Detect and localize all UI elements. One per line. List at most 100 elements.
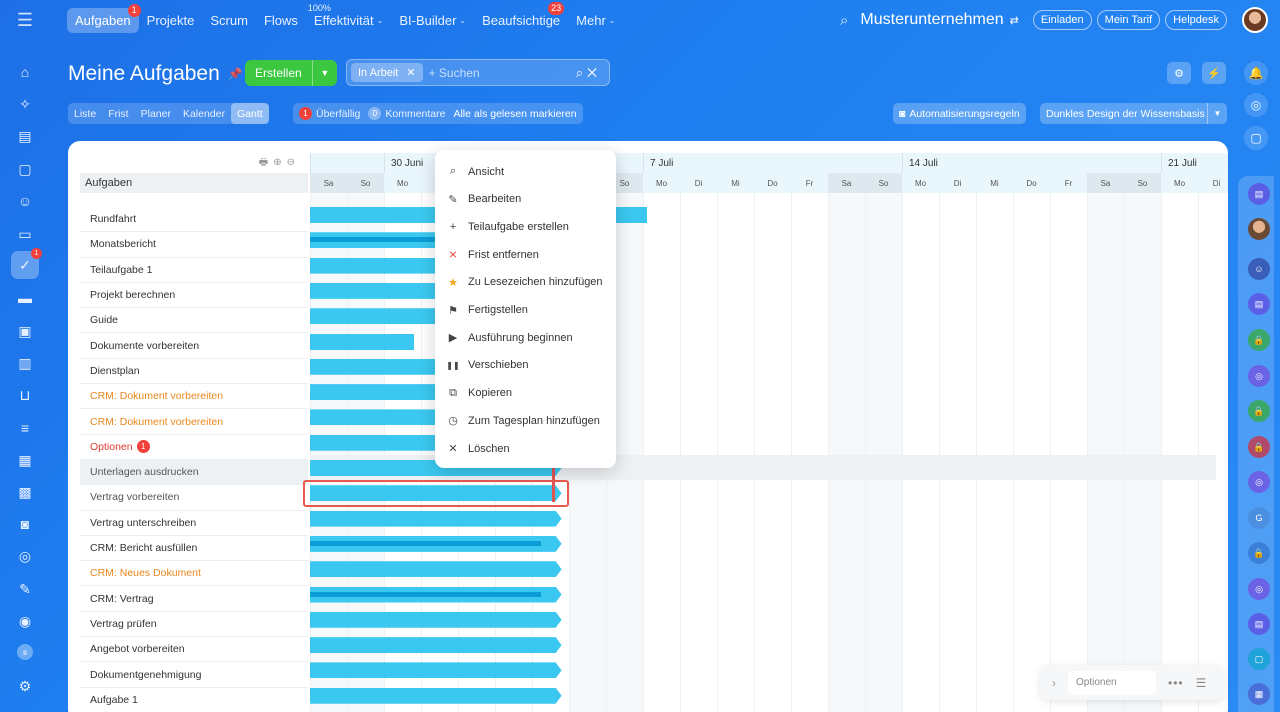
- task-row[interactable]: Angebot vorbereiten: [80, 637, 308, 663]
- task-row[interactable]: Dienstplan: [80, 359, 308, 385]
- company-switcher[interactable]: Musterunternehmen ⇄: [860, 11, 1018, 29]
- context-menu-item[interactable]: ⨯ Frist entfernen: [435, 241, 616, 268]
- task-bar[interactable]: [310, 662, 562, 678]
- print-icon[interactable]: 🖶: [259, 157, 273, 168]
- invite-button[interactable]: Einladen: [1032, 10, 1092, 30]
- target-icon[interactable]: ◎: [16, 547, 34, 565]
- nav-bi-builder[interactable]: BI-Builder ⌄: [391, 8, 474, 33]
- context-menu-item[interactable]: ⌕ Ansicht: [435, 158, 616, 185]
- feed-icon[interactable]: ▤: [16, 127, 34, 145]
- context-menu-item[interactable]: ⧉ Kopieren: [435, 380, 616, 407]
- context-menu-item[interactable]: ⚑ Fertigstellen: [435, 297, 616, 324]
- nav-scrum[interactable]: Scrum: [202, 8, 256, 33]
- activity-icon[interactable]: ◎: [1244, 93, 1268, 117]
- context-menu-item[interactable]: ★ Zu Lesezeichen hinzufügen: [435, 269, 616, 296]
- task-row[interactable]: Vertrag vorbereiten: [80, 485, 308, 511]
- robot-icon[interactable]: ◙: [16, 515, 34, 533]
- nav-projekte[interactable]: Projekte: [139, 8, 203, 33]
- options-input[interactable]: Optionen: [1068, 670, 1156, 695]
- chevron-down-icon[interactable]: ▼: [1207, 103, 1227, 124]
- task-bar[interactable]: [310, 688, 562, 704]
- chat-avatar[interactable]: ◎: [1248, 578, 1270, 600]
- chat-avatar[interactable]: G: [1248, 507, 1270, 529]
- presentation-icon[interactable]: ▣: [16, 322, 34, 340]
- lock-icon[interactable]: 🔒: [1248, 542, 1270, 564]
- tab-gantt[interactable]: Gantt: [231, 103, 269, 124]
- bell-icon[interactable]: 🔔: [1244, 61, 1268, 85]
- context-menu-item[interactable]: ▶ Ausführung beginnen: [435, 324, 616, 351]
- theme-select[interactable]: Dunkles Design der Wissensbasis ▼: [1040, 103, 1227, 124]
- nav-aufgaben[interactable]: Aufgaben 1: [67, 3, 141, 33]
- search-icon[interactable]: ⌕✕: [576, 65, 601, 81]
- tab-liste[interactable]: Liste: [68, 103, 102, 124]
- task-bar[interactable]: [310, 637, 562, 653]
- groups-icon[interactable]: ☺: [16, 192, 34, 210]
- chat-bubble-icon[interactable]: ▢: [1244, 126, 1268, 150]
- task-row[interactable]: CRM: Bericht ausfüllen: [80, 536, 308, 562]
- create-button[interactable]: Erstellen ▼: [245, 60, 337, 86]
- task-bar[interactable]: [310, 333, 414, 350]
- tariff-button[interactable]: Mein Tarif: [1096, 10, 1161, 30]
- comments-counter[interactable]: 0 Kommentare: [368, 107, 445, 120]
- context-menu-item[interactable]: + Teilaufgabe erstellen: [435, 213, 616, 240]
- filter-icon[interactable]: ≡: [16, 419, 34, 437]
- lock-icon[interactable]: 🔒: [1248, 329, 1270, 351]
- calendar-icon[interactable]: ▩: [16, 483, 34, 501]
- context-menu-item[interactable]: ✎ Bearbeiten: [435, 186, 616, 213]
- pin-icon[interactable]: 📌: [228, 67, 243, 81]
- task-row[interactable]: CRM: Dokument vorbereiten: [80, 409, 308, 435]
- home-icon[interactable]: ⌂: [16, 63, 34, 81]
- chat-avatar[interactable]: ◎: [1248, 365, 1270, 387]
- nav-effektivitaet[interactable]: 100% Effektivität ⌄: [306, 3, 391, 33]
- chat-avatar[interactable]: ▤: [1248, 183, 1270, 205]
- chevron-right-icon[interactable]: ›: [1040, 676, 1068, 690]
- group-avatar[interactable]: ☺: [1248, 258, 1270, 280]
- chat-avatar[interactable]: ▢: [1248, 648, 1270, 670]
- chat-avatar[interactable]: [1248, 218, 1270, 240]
- automation-button[interactable]: ◙ Automatisierungsregeln: [893, 103, 1026, 124]
- context-menu-item[interactable]: ✕ Löschen: [435, 435, 616, 462]
- lock-icon[interactable]: 🔒: [1248, 400, 1270, 422]
- task-bar[interactable]: [310, 612, 562, 628]
- context-menu-item[interactable]: ◷ Zum Tagesplan hinzufügen: [435, 407, 616, 434]
- zoom-out-icon[interactable]: ⊖: [287, 157, 300, 168]
- gear-icon[interactable]: ⚙: [16, 677, 34, 695]
- more-icon[interactable]: •••: [1168, 676, 1184, 690]
- task-bar[interactable]: [310, 511, 562, 527]
- task-bar[interactable]: [310, 561, 562, 577]
- task-row[interactable]: Dokumente vorbereiten: [80, 334, 308, 359]
- search-input[interactable]: In Arbeit ✕ + Suchen ⌕✕: [346, 59, 610, 86]
- task-row[interactable]: Monatsbericht: [80, 232, 308, 258]
- task-row[interactable]: Rundfahrt: [80, 207, 308, 233]
- nav-beaufsichtige[interactable]: Beaufsichtige 23: [474, 1, 568, 33]
- sign-icon[interactable]: ✎: [16, 580, 34, 598]
- zoom-in-icon[interactable]: ⊕: [273, 157, 286, 168]
- list-icon[interactable]: ☰: [1196, 676, 1207, 690]
- task-row[interactable]: Vertrag prüfen: [80, 612, 308, 638]
- context-menu-item[interactable]: ❚❚ Verschieben: [435, 352, 616, 379]
- task-row[interactable]: Guide: [80, 308, 308, 334]
- avatar[interactable]: [1242, 7, 1268, 33]
- lightning-button[interactable]: ⚡: [1202, 62, 1226, 84]
- chevron-down-icon[interactable]: ▼: [313, 68, 337, 78]
- chat-avatar[interactable]: ▤: [1248, 293, 1270, 315]
- drive-icon[interactable]: ▬: [16, 289, 34, 307]
- tab-frist[interactable]: Frist: [102, 103, 134, 124]
- nav-flows[interactable]: Flows: [256, 8, 306, 33]
- nav-mehr[interactable]: Mehr ⌄: [568, 8, 623, 33]
- lock-icon[interactable]: 🔒: [1248, 436, 1270, 458]
- chat-avatar[interactable]: ◎: [1248, 471, 1270, 493]
- document-icon[interactable]: ▭: [16, 225, 34, 243]
- task-row[interactable]: Aufgabe 1: [80, 688, 308, 712]
- filter-chip[interactable]: In Arbeit ✕: [351, 63, 423, 82]
- tasks-icon[interactable]: ✓ 1: [11, 248, 42, 279]
- task-row[interactable]: Vertrag unterschreiben: [80, 511, 308, 536]
- helpdesk-button[interactable]: Helpdesk: [1165, 10, 1227, 30]
- menu-icon[interactable]: ☰: [0, 0, 50, 40]
- task-row[interactable]: Projekt berechnen: [80, 283, 308, 309]
- chat-avatar[interactable]: ▦: [1248, 683, 1270, 705]
- task-row[interactable]: CRM: Neues Dokument: [80, 561, 308, 587]
- tab-kalender[interactable]: Kalender: [177, 103, 231, 124]
- tab-planer[interactable]: Planer: [135, 103, 177, 124]
- task-row[interactable]: Optionen 1: [80, 435, 308, 460]
